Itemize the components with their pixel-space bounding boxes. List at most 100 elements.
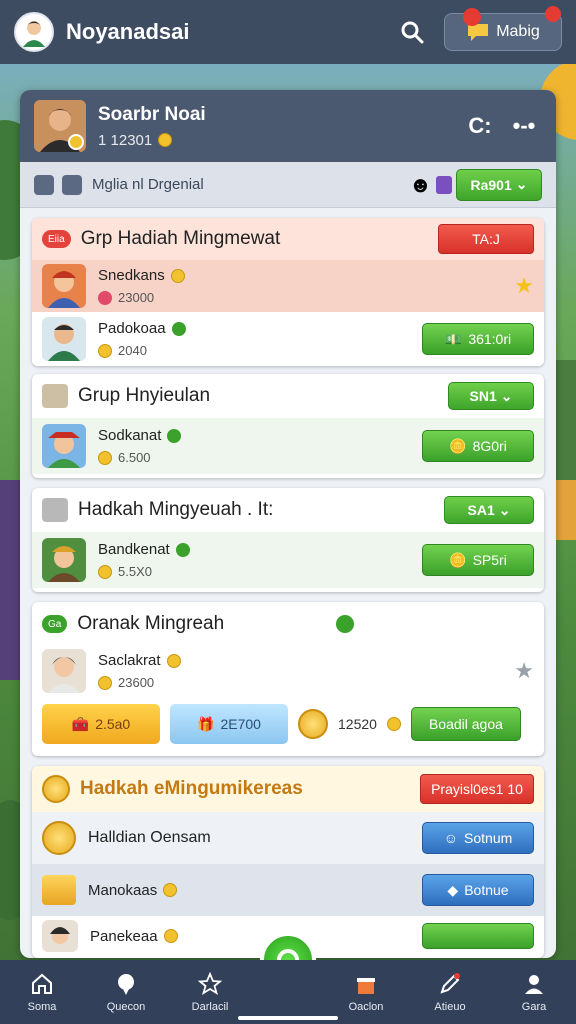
group-card: Grup Hnyieulan SN1 ⌄ Sodkanat 6.500 🪙 8G… bbox=[32, 374, 544, 478]
filter-chip-icon[interactable] bbox=[34, 174, 54, 195]
card-header-button[interactable]: Prayisl0es1 10 bbox=[420, 774, 534, 804]
list-item[interactable]: Bandkenat 5.5X0 🪙 SP5ri bbox=[32, 532, 544, 588]
cash-icon: 💵 bbox=[444, 330, 463, 347]
list-item-value: 2040 bbox=[118, 343, 147, 358]
card-header: Eiia Grp Hadiah Mingmewat TA:J bbox=[32, 218, 544, 260]
messages-button[interactable]: Mabig bbox=[444, 6, 562, 51]
card-header-button-label: SN1 bbox=[469, 388, 497, 404]
chevron-down-icon: ⌄ bbox=[500, 387, 513, 404]
group-card: Eiia Grp Hadiah Mingmewat TA:J Snedkans … bbox=[32, 218, 544, 366]
card-header: Grup Hnyieulan SN1 ⌄ bbox=[32, 374, 544, 418]
nav-label: Oaclon bbox=[348, 1001, 384, 1013]
treasure-icon: 🪙 bbox=[449, 551, 467, 568]
list-item[interactable]: Snedkans 23000 ★ bbox=[32, 260, 544, 312]
claim-button[interactable]: ☺ Sotnum bbox=[422, 822, 534, 854]
collect-button[interactable]: 🪙 SP5ri bbox=[422, 544, 534, 576]
filter-bar: Mglia nl Drgenial ☻ Ra901 ⌄ bbox=[20, 162, 556, 208]
reward-chest[interactable]: 🧰 2.5a0 bbox=[42, 704, 160, 744]
list-item[interactable]: Saclakrat 23600 ★ bbox=[32, 646, 544, 696]
card-header: Hadkah Mingyeuah . It: SA1 ⌄ bbox=[32, 488, 544, 532]
nav-item-gift[interactable]: Oaclon bbox=[330, 971, 402, 1013]
coin-icon bbox=[163, 929, 178, 943]
gift-icon bbox=[357, 978, 375, 994]
character-avatar bbox=[42, 424, 86, 468]
star-outline-icon[interactable]: ★ bbox=[514, 658, 534, 684]
card-tag: Eiia bbox=[42, 230, 71, 248]
list-item-name: Snedkans bbox=[98, 267, 165, 284]
claim-button-label: Sotnum bbox=[464, 830, 513, 846]
collect-button-label: 8G0ri bbox=[472, 438, 507, 454]
star-icon[interactable]: ★ bbox=[514, 273, 534, 299]
character-icon bbox=[50, 927, 70, 944]
nav-label: Soma bbox=[27, 1001, 57, 1013]
nav-item-edit[interactable]: Atieuo bbox=[414, 971, 486, 1013]
chat-bubble-icon bbox=[118, 974, 134, 995]
top-bar: Noyanadsai Mabig bbox=[0, 0, 576, 64]
list-item[interactable]: Halldian Oensam ☺ Sotnum bbox=[32, 812, 544, 864]
profile-name: Soarbr Noai bbox=[98, 103, 206, 125]
character-avatar bbox=[42, 649, 86, 693]
coin-icon bbox=[98, 450, 112, 465]
nav-item-home[interactable]: Soma bbox=[6, 971, 78, 1013]
character-avatar bbox=[42, 538, 86, 582]
card-header: Hadkah eMingumikereas Prayisl0es1 10 bbox=[32, 766, 544, 812]
badge-icon bbox=[42, 775, 70, 803]
collect-button[interactable] bbox=[422, 923, 534, 949]
scroll-icon bbox=[42, 384, 68, 408]
filter-dropdown-label: Ra901 bbox=[470, 176, 512, 193]
chest-icon: 🧰 bbox=[71, 715, 90, 732]
group-card: Hadkah Mingyeuah . It: SA1 ⌄ Bandkenat 5… bbox=[32, 488, 544, 592]
card-title: Grup Hnyieulan bbox=[78, 385, 211, 406]
home-indicator bbox=[238, 1016, 338, 1020]
card-header-button[interactable]: SN1 ⌄ bbox=[448, 382, 534, 410]
list-item-value: 23600 bbox=[118, 675, 155, 690]
card-header-button[interactable]: TA:J bbox=[438, 224, 534, 254]
settings-icon[interactable]: C: bbox=[462, 108, 498, 144]
scroll-icon bbox=[42, 498, 68, 522]
character-avatar bbox=[42, 920, 78, 952]
character-avatar bbox=[42, 317, 86, 361]
coin-icon bbox=[158, 133, 173, 147]
edit-icon bbox=[440, 973, 460, 994]
nav-item-star[interactable]: Darlacil bbox=[174, 971, 246, 1013]
card-header-button[interactable]: SA1 ⌄ bbox=[444, 496, 534, 524]
nav-label: Atieuo bbox=[434, 1001, 466, 1013]
nav-item-profile[interactable]: Gara bbox=[498, 971, 570, 1013]
filter-chip-icon[interactable] bbox=[62, 174, 82, 195]
claim-button[interactable]: ◆ Botnue bbox=[422, 874, 534, 906]
coin-icon bbox=[166, 653, 181, 668]
gem-icon bbox=[171, 321, 186, 336]
list-item[interactable]: Manokaas ◆ Botnue bbox=[32, 864, 544, 916]
card-title: Hadkah Mingyeuah . It: bbox=[78, 499, 274, 520]
gem-icon bbox=[336, 615, 354, 633]
profile-avatar[interactable] bbox=[34, 100, 86, 152]
card-action-button[interactable]: Boadil agoa bbox=[410, 707, 521, 741]
avatar-icon bbox=[23, 21, 45, 47]
card-tag: Ga bbox=[42, 615, 68, 633]
character-icon bbox=[48, 324, 80, 361]
list-item-name: Saclakrat bbox=[98, 652, 161, 669]
nav-item-chat[interactable]: Quecon bbox=[90, 971, 162, 1013]
reward-gift[interactable]: 🎁 2E700 bbox=[170, 704, 288, 744]
filter-dropdown-button[interactable]: Ra901 ⌄ bbox=[456, 168, 542, 201]
profile-header: Soarbr Noai 1 12301 C: •-• bbox=[20, 90, 556, 162]
user-avatar[interactable] bbox=[14, 12, 54, 52]
notification-dot bbox=[545, 6, 561, 22]
card-title: Hadkah eMingumikereas bbox=[80, 778, 303, 799]
list-item-name: Manokaas bbox=[88, 881, 158, 899]
coin-icon bbox=[42, 821, 76, 855]
gem-icon bbox=[98, 290, 112, 305]
notification-dot bbox=[463, 8, 481, 26]
coin-icon bbox=[163, 883, 178, 897]
list-item-value: 6.500 bbox=[118, 450, 151, 465]
collect-button[interactable]: 🪙 8G0ri bbox=[422, 430, 534, 462]
coin-icon bbox=[98, 564, 112, 579]
more-options-icon[interactable]: •-• bbox=[506, 108, 542, 144]
nav-label: Darlacil bbox=[191, 1001, 229, 1013]
list-item[interactable]: Padokoaa 2040 💵 361:0ri bbox=[32, 312, 544, 366]
search-icon[interactable] bbox=[394, 14, 430, 50]
card-title: Oranak Mingreah bbox=[77, 613, 225, 634]
collect-button[interactable]: 💵 361:0ri bbox=[422, 323, 534, 355]
list-item[interactable]: Sodkanat 6.500 🪙 8G0ri bbox=[32, 418, 544, 474]
coin-icon bbox=[98, 343, 112, 358]
